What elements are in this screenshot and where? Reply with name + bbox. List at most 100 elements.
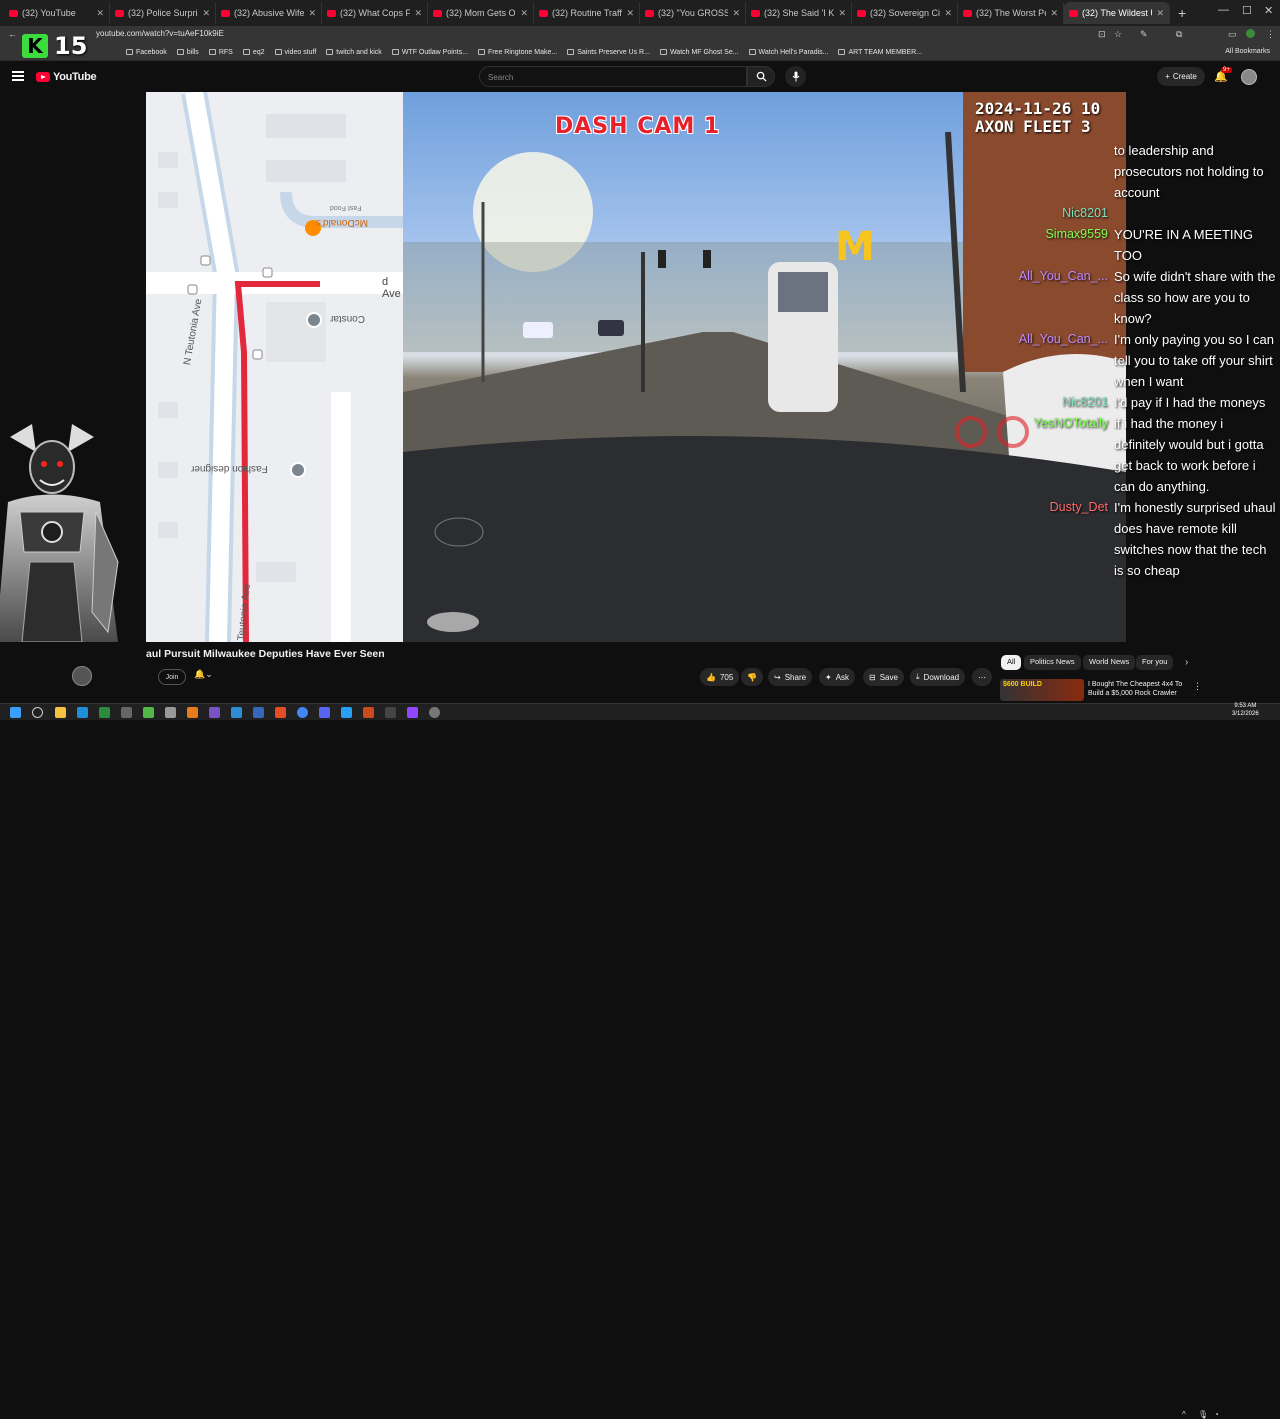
settings-icon[interactable]: [429, 707, 440, 718]
browser-tab[interactable]: (32) Police Surprise Moth✕: [110, 2, 216, 24]
extension-icon[interactable]: ✎: [1140, 29, 1148, 40]
sidebar-icon[interactable]: ▭: [1228, 29, 1237, 40]
chrome-icon[interactable]: [297, 707, 308, 718]
create-button[interactable]: + Create: [1157, 67, 1205, 86]
app-icon[interactable]: [99, 707, 110, 718]
ask-button[interactable]: ✦ Ask: [819, 668, 856, 686]
channel-avatar[interactable]: [72, 666, 92, 686]
profile-avatar[interactable]: [1246, 29, 1255, 38]
browser-tab[interactable]: (32) YouTube ✕: [4, 2, 110, 24]
voice-search-button[interactable]: [785, 66, 806, 87]
map-label-road: d Ave: [382, 276, 401, 300]
tab-close-icon[interactable]: ✕: [414, 8, 422, 19]
app-icon[interactable]: [363, 707, 374, 718]
recommended-title[interactable]: I Bought The Cheapest 4x4 To Build a $5,…: [1088, 680, 1188, 698]
tab-close-icon[interactable]: ✕: [96, 8, 104, 19]
bookmark-item[interactable]: Watch Hell's Paradis...: [748, 49, 828, 56]
save-button[interactable]: ⊟ Save: [863, 668, 904, 686]
app-icon[interactable]: [231, 707, 242, 718]
more-actions-button[interactable]: ⋯: [972, 668, 992, 686]
tab-close-icon[interactable]: ✕: [202, 8, 210, 19]
browser-tab[interactable]: (32) The Wildest U-Ha✕: [1064, 2, 1170, 24]
app-icon[interactable]: [341, 707, 352, 718]
chip-world-news[interactable]: World News: [1083, 655, 1136, 670]
app-icon[interactable]: [165, 707, 176, 718]
tab-close-icon[interactable]: ✕: [732, 8, 740, 19]
account-avatar[interactable]: [1241, 69, 1257, 85]
chip-all[interactable]: All: [1001, 655, 1022, 670]
chip-politics-news[interactable]: Politics News: [1024, 655, 1081, 670]
app-icon[interactable]: [187, 707, 198, 718]
browser-tab[interactable]: (32) Abusive Wife Gets Hu✕: [216, 2, 322, 24]
tab-close-icon[interactable]: ✕: [838, 8, 846, 19]
chip-for-you[interactable]: For you: [1136, 655, 1174, 670]
browser-tab[interactable]: (32) Mom Gets Outsmarte✕: [428, 2, 534, 24]
browser-tab[interactable]: (32) What Cops Found Ch✕: [322, 2, 428, 24]
share-button[interactable]: ↪ Share: [768, 668, 813, 686]
browser-tab[interactable]: (32) Sovereign Citizen IN✕: [852, 2, 958, 24]
subscription-bell-button[interactable]: 🔔⌄: [194, 669, 224, 685]
wifi-icon[interactable]: ◔: [1214, 1410, 1219, 1419]
extensions-icon[interactable]: ⧉: [1176, 29, 1182, 40]
app-icon[interactable]: [407, 707, 418, 718]
tab-close-icon[interactable]: ✕: [1050, 8, 1058, 19]
browser-tab[interactable]: (32) The Worst Performan✕: [958, 2, 1064, 24]
chevron-right-icon[interactable]: ›: [1185, 657, 1188, 668]
more-vert-icon[interactable]: ⋮: [1193, 681, 1202, 692]
bookmark-item[interactable]: video stuff: [274, 49, 316, 56]
bookmark-item[interactable]: Facebook: [126, 49, 167, 56]
url-field[interactable]: youtube.com/watch?v=tuAeF10k9iE: [96, 29, 224, 38]
microphone-tray-icon[interactable]: 🎙: [1198, 1410, 1208, 1419]
app-icon[interactable]: [385, 707, 396, 718]
bookmark-item[interactable]: eq2: [242, 49, 265, 56]
app-icon[interactable]: [143, 707, 154, 718]
windows-start-icon[interactable]: [10, 707, 21, 718]
all-bookmarks-button[interactable]: All Bookmarks: [1225, 48, 1270, 55]
like-button[interactable]: 👍 705: [700, 668, 740, 686]
bookmark-item[interactable]: Free Ringtone Make...: [477, 49, 557, 56]
bookmark-star-icon[interactable]: ☆: [1114, 29, 1122, 40]
app-icon[interactable]: [253, 707, 264, 718]
search-input[interactable]: Search: [479, 66, 747, 87]
browser-tab[interactable]: (32) "You GROSS Pig!" | En✕: [640, 2, 746, 24]
menu-dots-icon[interactable]: ⋮: [1266, 29, 1275, 40]
app-icon[interactable]: [77, 707, 88, 718]
video-player[interactable]: McDonald's Fast Food N Teutonia Ave Teut…: [146, 92, 1126, 642]
tab-close-icon[interactable]: ✕: [944, 8, 952, 19]
minimize-button[interactable]: —: [1218, 4, 1229, 16]
join-button[interactable]: Join: [158, 669, 186, 685]
file-explorer-icon[interactable]: [55, 707, 66, 718]
app-icon[interactable]: [209, 707, 220, 718]
browser-tab[interactable]: (32) She Said 'I Know My R✕: [746, 2, 852, 24]
tab-close-icon[interactable]: ✕: [626, 8, 634, 19]
dislike-button[interactable]: 👎: [741, 668, 763, 686]
back-icon[interactable]: ←: [8, 29, 17, 39]
firefox-icon[interactable]: [275, 707, 286, 718]
recommended-thumbnail[interactable]: $600 BUILD: [1000, 679, 1084, 701]
download-icon: ⤓: [916, 672, 920, 681]
discord-icon[interactable]: [319, 707, 330, 718]
tab-close-icon[interactable]: ✕: [1156, 8, 1164, 19]
search-icon[interactable]: [32, 707, 43, 718]
browser-tab[interactable]: (32) Routine Traffic Stop To✕: [534, 2, 640, 24]
tab-close-icon[interactable]: ✕: [308, 8, 316, 19]
maximize-button[interactable]: ☐: [1242, 4, 1252, 17]
bookmark-item[interactable]: bills: [176, 49, 199, 56]
bookmark-item[interactable]: Saints Preserve Us R...: [567, 49, 650, 56]
bookmark-item[interactable]: RFS: [208, 49, 233, 56]
bookmark-item[interactable]: WTF Outlaw Points...: [391, 49, 468, 56]
hamburger-menu-icon[interactable]: [12, 71, 24, 81]
youtube-logo[interactable]: YouTube: [36, 71, 97, 83]
taskbar-clock[interactable]: 9:53 AM 3/12/2026: [1232, 702, 1259, 718]
tray-chevron-icon[interactable]: ^: [1182, 1410, 1186, 1419]
bookmark-item[interactable]: twitch and kick: [326, 49, 382, 56]
bookmark-item[interactable]: ART TEAM MEMBER...: [838, 49, 922, 56]
download-button[interactable]: ⤓ Download: [910, 668, 966, 686]
app-icon[interactable]: [121, 707, 132, 718]
close-window-button[interactable]: ✕: [1264, 4, 1273, 17]
bookmark-item[interactable]: Watch MF Ghost Se...: [659, 49, 739, 56]
tab-close-icon[interactable]: ✕: [520, 8, 528, 19]
install-icon[interactable]: ⊡: [1098, 29, 1106, 40]
new-tab-button[interactable]: +: [1178, 5, 1186, 21]
search-button[interactable]: [747, 66, 775, 87]
